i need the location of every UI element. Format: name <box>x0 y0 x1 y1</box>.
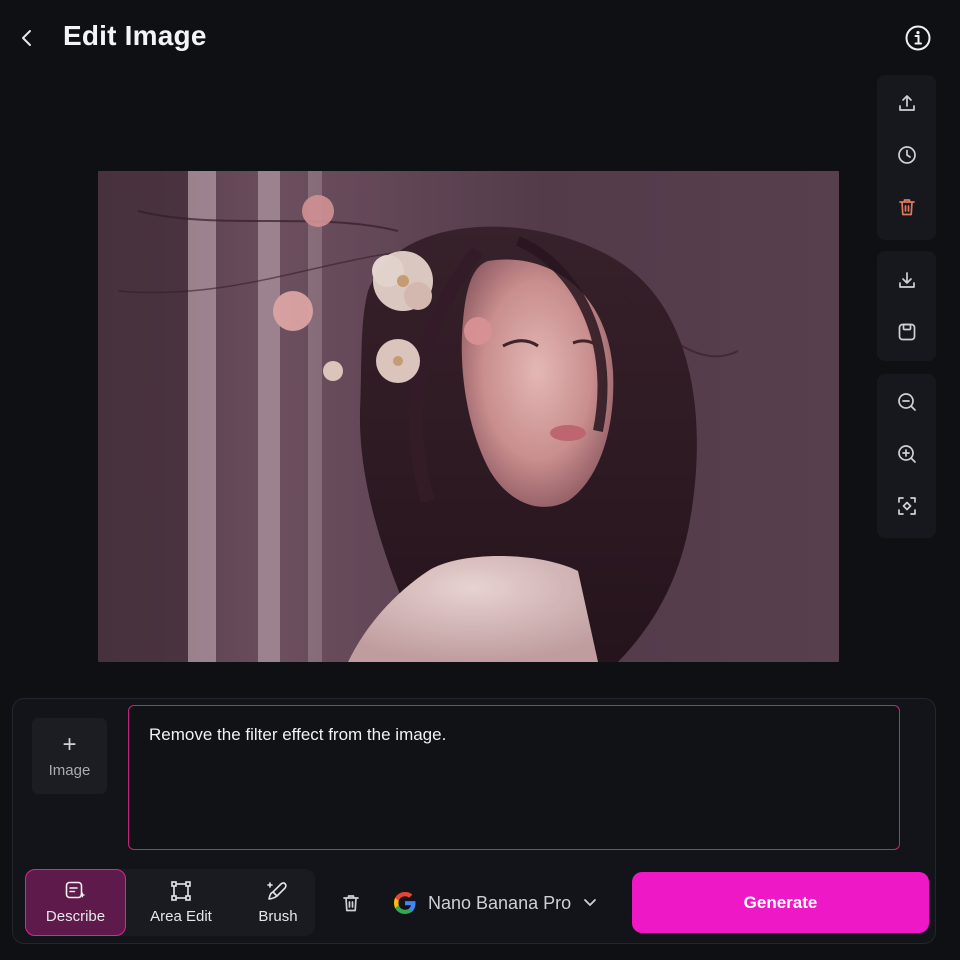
history-button[interactable] <box>885 133 929 177</box>
mode-describe-label: Describe <box>45 908 106 925</box>
plus-icon: + <box>62 730 77 758</box>
chevron-down-icon <box>584 899 597 906</box>
back-button[interactable] <box>14 24 40 52</box>
toolbar-group-save <box>877 251 936 361</box>
describe-icon <box>65 881 85 899</box>
zoom-in-icon <box>897 445 916 463</box>
mode-area-edit-label: Area Edit <box>150 908 212 925</box>
download-icon <box>898 272 915 288</box>
brush-icon <box>267 882 287 900</box>
toolbar-group-file <box>877 75 936 240</box>
upload-button[interactable] <box>885 81 929 125</box>
toolbar-group-zoom <box>877 374 936 538</box>
save-icon <box>898 323 915 341</box>
save-button[interactable] <box>885 310 929 354</box>
add-image-label: Image <box>48 761 91 779</box>
edit-image-screen: Edit Image + Image Remove the filter eff… <box>0 0 960 960</box>
model-name: Nano Banana Pro <box>428 892 572 913</box>
area-edit-icon <box>171 881 191 901</box>
history-icon <box>897 146 916 164</box>
mode-brush-button[interactable]: Brush <box>234 869 322 936</box>
model-selector[interactable]: Nano Banana Pro <box>392 885 597 921</box>
delete-image-button[interactable] <box>885 185 929 229</box>
image-canvas[interactable] <box>98 171 839 662</box>
upload-icon <box>898 95 915 111</box>
mode-area-edit-button[interactable]: Area Edit <box>132 869 230 936</box>
fit-screen-icon <box>897 497 916 515</box>
info-icon <box>905 25 931 51</box>
info-button[interactable] <box>903 23 933 53</box>
fit-screen-button[interactable] <box>885 484 929 528</box>
trash-icon <box>343 895 359 912</box>
google-logo-icon <box>394 892 416 914</box>
zoom-out-button[interactable] <box>885 380 929 424</box>
delete-icon <box>898 199 915 216</box>
download-button[interactable] <box>885 258 929 302</box>
chevron-left-icon <box>22 30 31 46</box>
zoom-in-button[interactable] <box>885 432 929 476</box>
portrait-photo <box>98 171 839 662</box>
clear-button[interactable] <box>337 888 365 918</box>
zoom-out-icon <box>897 393 916 411</box>
add-image-button[interactable]: + Image <box>32 718 107 794</box>
mode-describe-button[interactable]: Describe <box>25 869 126 936</box>
generate-button[interactable]: Generate <box>632 872 929 933</box>
prompt-input[interactable]: Remove the filter effect from the image. <box>128 705 900 850</box>
mode-brush-label: Brush <box>258 908 298 925</box>
page-title: Edit Image <box>63 20 207 51</box>
